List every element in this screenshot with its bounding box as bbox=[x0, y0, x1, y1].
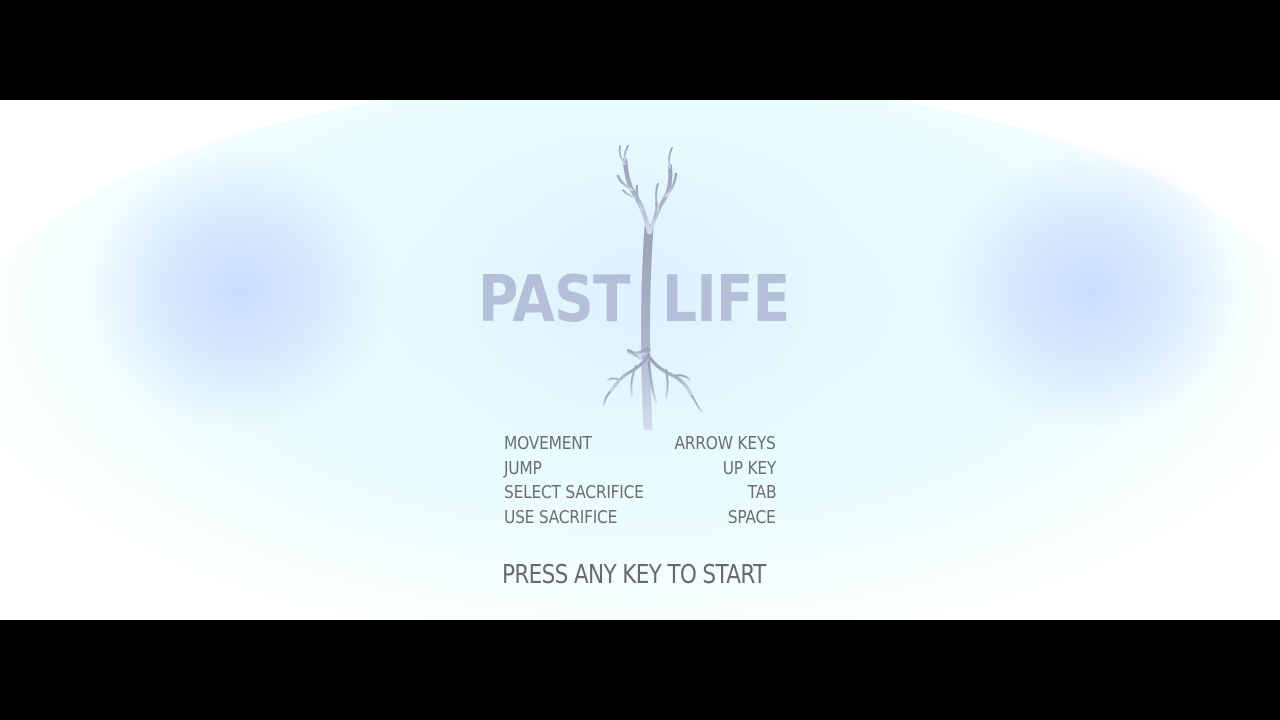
letterbox-top bbox=[0, 0, 1280, 100]
background-glow-left bbox=[90, 150, 390, 430]
control-action-label: SELECT SACRIFICE bbox=[504, 482, 644, 503]
control-key-label: UP KEY bbox=[722, 457, 777, 479]
control-key-label: ARROW KEYS bbox=[674, 433, 776, 454]
game-logo: PAST LIFE bbox=[470, 140, 810, 430]
controls-list: MOVEMENT ARROW KEYS JUMP UP KEY SELECT S… bbox=[504, 432, 776, 530]
control-key-label: TAB bbox=[747, 482, 776, 503]
logo-title-word-past: PAST bbox=[478, 263, 630, 337]
control-row-select-sacrifice: SELECT SACRIFICE TAB bbox=[504, 481, 776, 506]
logo-title-word-life: LIFE bbox=[662, 263, 790, 337]
control-action-label: MOVEMENT bbox=[504, 433, 592, 454]
control-row-movement: MOVEMENT ARROW KEYS bbox=[504, 432, 776, 457]
letterbox-bottom bbox=[0, 620, 1280, 720]
press-any-key-prompt[interactable]: PRESS ANY KEY TO START bbox=[502, 558, 766, 592]
control-key-label: SPACE bbox=[728, 506, 776, 528]
control-action-label: JUMP bbox=[504, 457, 542, 479]
title-scene: PAST LIFE MOVEMENT ARROW KEYS JUMP UP KE… bbox=[0, 100, 1280, 620]
control-action-label: USE SACRIFICE bbox=[504, 506, 618, 528]
game-screen[interactable]: PAST LIFE MOVEMENT ARROW KEYS JUMP UP KE… bbox=[0, 0, 1280, 720]
control-row-jump: JUMP UP KEY bbox=[504, 457, 776, 482]
background-glow-right bbox=[940, 150, 1240, 430]
control-row-use-sacrifice: USE SACRIFICE SPACE bbox=[504, 506, 776, 531]
